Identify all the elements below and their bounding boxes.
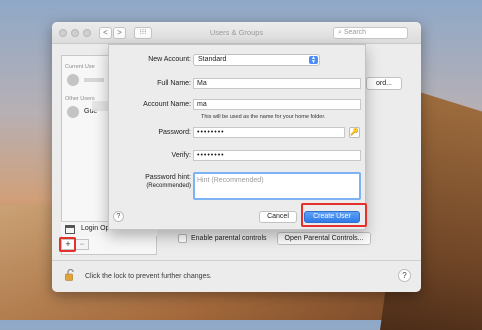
- password-field[interactable]: ••••••••: [193, 127, 345, 138]
- password-hint-field[interactable]: Hint (Recommended): [193, 172, 361, 200]
- password-hint-sublabel: (Recommended): [146, 183, 191, 189]
- open-parental-controls-button[interactable]: Open Parental Controls...: [277, 232, 371, 245]
- title-bar: < > ⁝⁝⁝ Users & Groups ⌕ Search: [52, 22, 421, 44]
- password-hint-label: Password hint:: [145, 174, 191, 181]
- footer-divider: [52, 260, 421, 261]
- account-type-value: Standard: [198, 56, 227, 63]
- full-name-label: Full Name:: [157, 80, 191, 87]
- key-icon[interactable]: 🔑: [349, 127, 360, 138]
- verify-label: Verify:: [171, 152, 191, 159]
- full-name-field[interactable]: Ma: [193, 78, 361, 89]
- highlight-add-button: [59, 237, 76, 252]
- parental-controls-checkbox[interactable]: [178, 234, 187, 243]
- current-user-name[interactable]: [84, 78, 104, 82]
- chevron-updown-icon: ▲ ▼: [309, 56, 318, 65]
- account-name-field[interactable]: ma: [193, 99, 361, 110]
- password-label: Password:: [158, 129, 191, 136]
- lock-status-text: Click the lock to prevent further change…: [85, 273, 212, 280]
- current-users-label: Current Use: [65, 64, 95, 70]
- users-groups-window: < > ⁝⁝⁝ Users & Groups ⌕ Search Current …: [52, 22, 421, 292]
- search-placeholder: Search: [343, 29, 367, 36]
- account-name-label: Account Name:: [143, 101, 191, 108]
- account-name-note: This will be used as the name for your h…: [201, 114, 326, 120]
- help-button[interactable]: ?: [398, 269, 411, 282]
- change-password-button[interactable]: ord...: [366, 77, 402, 90]
- verify-password-field[interactable]: ••••••••: [193, 150, 361, 161]
- cancel-button[interactable]: Cancel: [259, 211, 297, 223]
- unlocked-lock-icon[interactable]: [65, 269, 75, 281]
- other-users-label: Other Users: [65, 96, 95, 102]
- remove-user-button[interactable]: −: [75, 239, 89, 250]
- current-user-avatar[interactable]: [67, 74, 79, 86]
- new-account-label: New Account:: [148, 56, 191, 63]
- search-icon: ⌕: [338, 29, 342, 36]
- guest-user-avatar[interactable]: [67, 106, 79, 118]
- house-icon: [65, 225, 75, 234]
- search-input[interactable]: ⌕ Search: [333, 27, 408, 39]
- highlight-create-user: [301, 203, 367, 227]
- sheet-help-button[interactable]: ?: [113, 211, 124, 222]
- parental-controls-label: Enable parental controls: [191, 235, 267, 242]
- account-type-select[interactable]: Standard ▲ ▼: [193, 54, 320, 66]
